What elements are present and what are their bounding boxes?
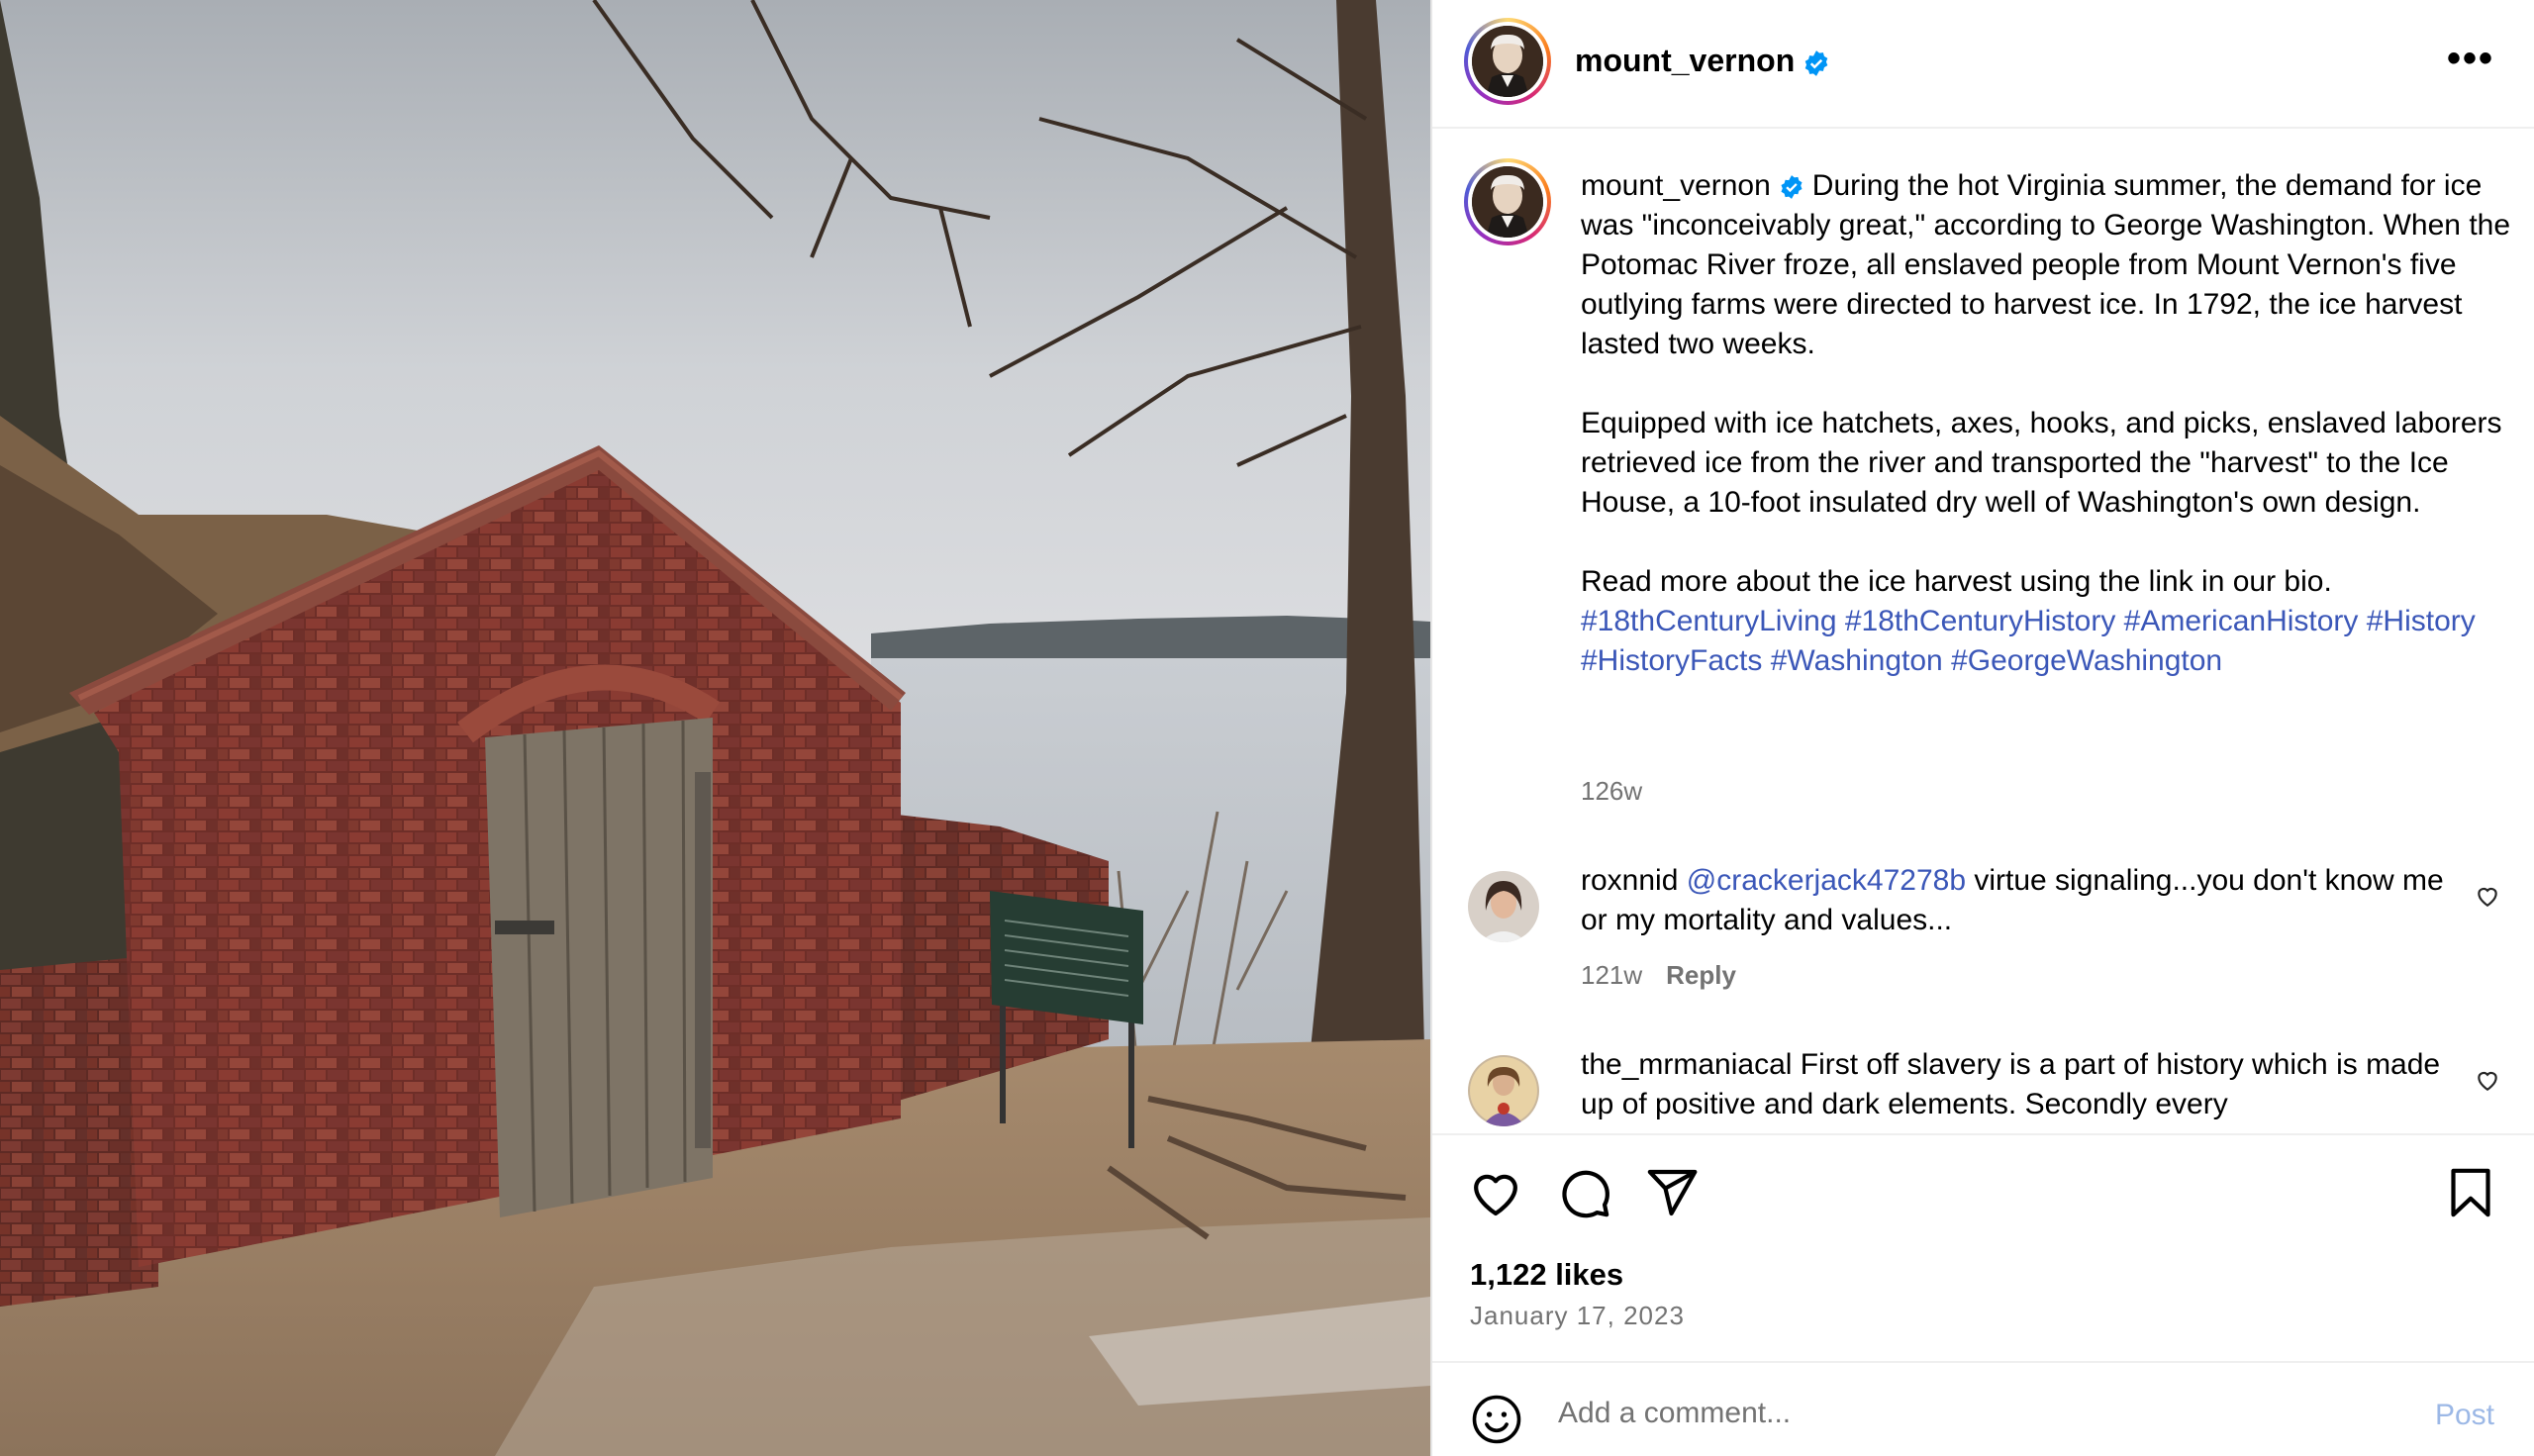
post-actions: 1,122 likes January 17, 2023	[1432, 1133, 2534, 1361]
washington-portrait-icon	[1472, 26, 1543, 97]
verified-badge-icon	[1781, 175, 1803, 199]
hashtag-link[interactable]: #GeorgeWashington	[1951, 644, 2222, 677]
instagram-post-view: mount_vernon ••• mount_vernon During the…	[0, 0, 2534, 1456]
caption-avatar[interactable]	[1464, 158, 1551, 245]
hashtag-list: #18thCenturyLiving #18thCenturyHistory #…	[1581, 602, 2511, 681]
post-photo[interactable]	[0, 0, 1430, 1456]
comment-icon[interactable]	[1557, 1165, 1612, 1220]
post-author-username[interactable]: mount_vernon	[1575, 43, 1830, 79]
reply-button[interactable]: Reply	[1666, 960, 1736, 990]
post-side-panel: mount_vernon ••• mount_vernon During the…	[1430, 0, 2534, 1456]
emoji-icon[interactable]	[1470, 1393, 1523, 1446]
username-link[interactable]: mount_vernon	[1575, 43, 1795, 78]
hashtag-link[interactable]: #History	[2367, 605, 2476, 637]
heart-icon[interactable]	[1468, 1165, 1523, 1220]
post-header: mount_vernon •••	[1432, 0, 2534, 129]
comment-text: roxnnid @crackerjack47278b virtue signal…	[1581, 861, 2452, 940]
commenter-username[interactable]: the_mrmaniacal	[1581, 1048, 1792, 1081]
comment-heart-icon[interactable]	[2475, 883, 2500, 909]
post-caption: mount_vernon During the hot Virginia summ…	[1581, 166, 2511, 681]
hashtag-link[interactable]: #Washington	[1771, 644, 1943, 677]
commenter-username[interactable]: roxnnid	[1581, 864, 1678, 897]
caption-paragraph-3: Read more about the ice harvest using th…	[1581, 565, 2332, 598]
caption-timestamp[interactable]: 126w	[1581, 776, 1642, 807]
hashtag-link[interactable]: #HistoryFacts	[1581, 644, 1762, 677]
more-options-icon[interactable]: •••	[2447, 39, 2494, 78]
caption-paragraph-2: Equipped with ice hatchets, axes, hooks,…	[1581, 407, 2502, 519]
hashtag-link[interactable]: #18thCenturyLiving	[1581, 605, 1837, 637]
ice-house-photo	[0, 0, 1430, 1456]
comment-heart-icon[interactable]	[2475, 1067, 2500, 1093]
post-date[interactable]: January 17, 2023	[1470, 1301, 1685, 1331]
comment-timestamp[interactable]: 121w	[1581, 960, 1642, 990]
post-comment-button[interactable]: Post	[2435, 1399, 2494, 1432]
washington-portrait-icon	[1472, 166, 1543, 238]
share-icon[interactable]	[1644, 1165, 1700, 1220]
caption-username[interactable]: mount_vernon	[1581, 169, 1771, 202]
like-count[interactable]: 1,122 likes	[1470, 1257, 1623, 1293]
profile-avatar[interactable]	[1464, 18, 1551, 105]
hashtag-link[interactable]: #AmericanHistory	[2124, 605, 2359, 637]
hashtag-link[interactable]: #18thCenturyHistory	[1845, 605, 2115, 637]
caption-and-comments[interactable]: mount_vernon During the hot Virginia summ…	[1432, 129, 2534, 1133]
comment-input[interactable]	[1556, 1385, 2352, 1442]
bookmark-icon[interactable]	[2443, 1165, 2498, 1220]
commenter-avatar[interactable]	[1468, 1055, 1539, 1126]
mention-link[interactable]: @crackerjack47278b	[1687, 864, 1966, 897]
commenter-avatar[interactable]	[1468, 871, 1539, 942]
comment-composer: Post	[1432, 1361, 2534, 1456]
comment-text: the_mrmaniacal First off slavery is a pa…	[1581, 1045, 2452, 1124]
verified-badge-icon	[1804, 49, 1828, 76]
comment-meta: 121w Reply	[1581, 960, 1736, 991]
